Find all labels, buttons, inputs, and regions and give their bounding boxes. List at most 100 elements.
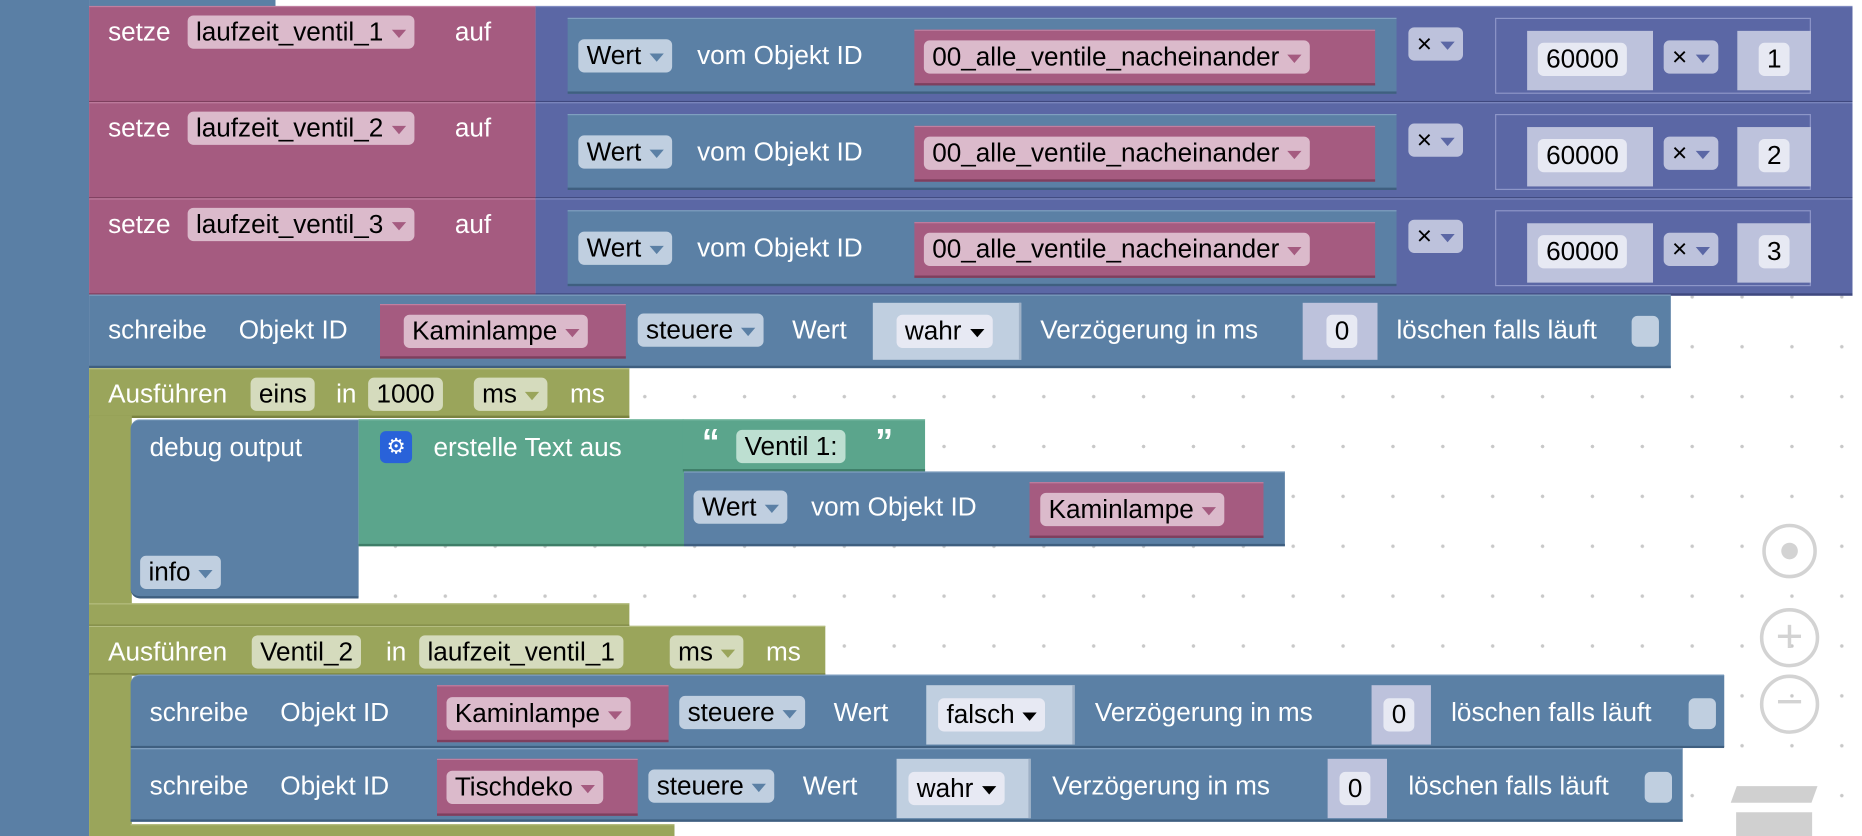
timeout-block-header[interactable]: Ausführen eins in 1000 ms ms: [89, 368, 630, 418]
timeout-name-field[interactable]: Ventil_2: [251, 635, 362, 669]
to-label: auf: [454, 112, 492, 143]
value-dropdown[interactable]: Wert: [693, 490, 788, 524]
operator-dropdown[interactable]: ×: [1408, 27, 1463, 61]
bool-block[interactable]: wahr: [896, 758, 1031, 819]
gear-icon[interactable]: ⚙: [380, 431, 413, 464]
clear-checkbox[interactable]: [1644, 771, 1672, 803]
number-block[interactable]: 1: [1737, 30, 1811, 91]
set-variable-block[interactable]: setze laufzeit_ventil_3 auf: [89, 198, 536, 296]
bool-dropdown[interactable]: wahr: [908, 771, 1005, 806]
object-block[interactable]: 00_alle_ventile_nacheinander: [914, 125, 1376, 182]
operator-dropdown[interactable]: ×: [1408, 219, 1463, 253]
log-level-dropdown[interactable]: info: [140, 555, 222, 589]
mode-dropdown[interactable]: steuere: [648, 769, 775, 803]
of-object-label: vom Objekt ID: [811, 491, 977, 522]
object-block[interactable]: Kaminlampe: [437, 685, 669, 743]
factor-field[interactable]: 1: [1758, 42, 1790, 76]
zoom-in-icon[interactable]: +: [1759, 608, 1820, 668]
get-value-block[interactable]: Wert vom Objekt ID 00_alle_ventile_nache…: [567, 210, 1397, 287]
mode-dropdown[interactable]: steuere: [637, 313, 765, 347]
duration-variable[interactable]: laufzeit_ventil_1: [419, 635, 624, 669]
operator-dropdown[interactable]: ×: [1408, 123, 1463, 157]
inner-multiply-block[interactable]: 60000 × 2: [1495, 114, 1811, 190]
number-field[interactable]: 60000: [1537, 235, 1628, 269]
get-value-block[interactable]: Wert vom Objekt ID 00_alle_ventile_nache…: [567, 114, 1397, 190]
value-dropdown[interactable]: Wert: [578, 39, 673, 73]
number-block[interactable]: 0: [1327, 758, 1387, 819]
set-variable-block[interactable]: setze laufzeit_ventil_2 auf: [89, 102, 536, 200]
object-dropdown[interactable]: Tischdeko: [446, 770, 604, 804]
operator-dropdown[interactable]: ×: [1663, 40, 1719, 74]
text-field[interactable]: Ventil 1:: [736, 429, 846, 464]
operator-dropdown[interactable]: ×: [1663, 232, 1719, 266]
delay-field[interactable]: 0: [1339, 771, 1371, 806]
write-block[interactable]: schreibe Objekt ID Kaminlampe steuere We…: [89, 294, 1671, 369]
operator-dropdown[interactable]: ×: [1663, 136, 1719, 170]
next-timeout-block[interactable]: [130, 824, 675, 836]
timeout-name-field[interactable]: eins: [250, 377, 316, 411]
bool-block[interactable]: falsch: [926, 685, 1075, 745]
timeout-block-header[interactable]: Ausführen Ventil_2 in laufzeit_ventil_1 …: [89, 625, 826, 676]
blockly-workspace[interactable]: setze laufzeit_ventil_1 auf Wert vom Obj…: [0, 0, 1862, 836]
value-dropdown[interactable]: Wert: [578, 231, 673, 265]
multiply-block[interactable]: Wert vom Objekt ID 00_alle_ventile_nache…: [535, 198, 1853, 296]
write-block[interactable]: schreibe Objekt ID Tischdeko steuere Wer…: [130, 748, 1683, 822]
get-value-block[interactable]: Wert vom Objekt ID 00_alle_ventile_nache…: [567, 17, 1397, 94]
quote-open-icon: “: [701, 422, 720, 462]
write-block[interactable]: schreibe Objekt ID Kaminlampe steuere We…: [130, 674, 1725, 749]
trash-icon[interactable]: [1730, 786, 1818, 803]
variable-dropdown[interactable]: laufzeit_ventil_1: [187, 15, 415, 49]
object-dropdown[interactable]: 00_alle_ventile_nacheinander: [923, 40, 1311, 74]
toolbox-sidebar[interactable]: [0, 0, 90, 836]
number-block[interactable]: 60000: [1527, 127, 1653, 187]
text-join-block[interactable]: ⚙ erstelle Text aus: [358, 419, 684, 547]
object-dropdown[interactable]: 00_alle_ventile_nacheinander: [923, 136, 1311, 170]
bool-dropdown[interactable]: wahr: [896, 314, 993, 348]
number-block[interactable]: 3: [1737, 223, 1811, 283]
factor-field[interactable]: 2: [1758, 138, 1790, 173]
inner-multiply-block[interactable]: 60000 × 1: [1495, 17, 1811, 94]
delay-field[interactable]: 0: [1326, 314, 1358, 348]
mode-dropdown[interactable]: steuere: [679, 695, 806, 730]
object-block[interactable]: 00_alle_ventile_nacheinander: [914, 29, 1376, 86]
object-dropdown[interactable]: Kaminlampe: [1040, 492, 1225, 527]
zoom-out-icon[interactable]: −: [1759, 674, 1820, 734]
object-dropdown[interactable]: Kaminlampe: [403, 314, 589, 348]
number-block[interactable]: 0: [1302, 302, 1378, 360]
object-block[interactable]: 00_alle_ventile_nacheinander: [914, 222, 1376, 278]
value-dropdown[interactable]: Wert: [578, 135, 673, 169]
bool-dropdown[interactable]: falsch: [938, 698, 1046, 732]
get-value-block[interactable]: Wert vom Objekt ID Kaminlampe: [684, 471, 1285, 547]
clear-checkbox[interactable]: [1688, 698, 1716, 730]
object-block[interactable]: Kaminlampe: [1029, 482, 1264, 538]
debug-output-block[interactable]: debug output info: [130, 419, 359, 599]
number-block[interactable]: 60000: [1527, 30, 1653, 91]
variable-dropdown[interactable]: laufzeit_ventil_2: [187, 111, 415, 145]
text-block[interactable]: “ Ventil 1: ”: [682, 419, 926, 472]
number-field[interactable]: 60000: [1537, 138, 1628, 173]
variable-dropdown[interactable]: laufzeit_ventil_3: [187, 207, 415, 242]
clear-checkbox[interactable]: [1631, 315, 1659, 347]
recenter-icon[interactable]: [1762, 523, 1817, 579]
trash-can-body[interactable]: [1736, 812, 1813, 836]
number-block[interactable]: 60000: [1527, 223, 1653, 283]
delay-field[interactable]: 0: [1383, 698, 1415, 732]
timeout-arm: [89, 674, 132, 836]
object-dropdown[interactable]: 00_alle_ventile_nacheinander: [923, 232, 1311, 266]
bool-block[interactable]: wahr: [872, 302, 1022, 360]
multiply-block[interactable]: Wert vom Objekt ID 00_alle_ventile_nache…: [535, 5, 1853, 104]
number-block[interactable]: 0: [1371, 685, 1431, 745]
duration-field[interactable]: 1000: [368, 377, 443, 411]
set-variable-block[interactable]: setze laufzeit_ventil_1 auf: [89, 5, 536, 104]
set-keyword: setze: [108, 112, 171, 143]
unit-dropdown[interactable]: ms: [473, 377, 548, 411]
object-dropdown[interactable]: Kaminlampe: [446, 697, 631, 731]
inner-multiply-block[interactable]: 60000 × 3: [1495, 210, 1811, 287]
object-block[interactable]: Kaminlampe: [380, 304, 626, 359]
number-field[interactable]: 60000: [1537, 42, 1628, 76]
unit-dropdown[interactable]: ms: [669, 635, 744, 669]
object-block[interactable]: Tischdeko: [437, 758, 638, 816]
factor-field[interactable]: 3: [1758, 235, 1790, 269]
number-block[interactable]: 2: [1737, 127, 1811, 187]
multiply-block[interactable]: Wert vom Objekt ID 00_alle_ventile_nache…: [535, 102, 1853, 200]
